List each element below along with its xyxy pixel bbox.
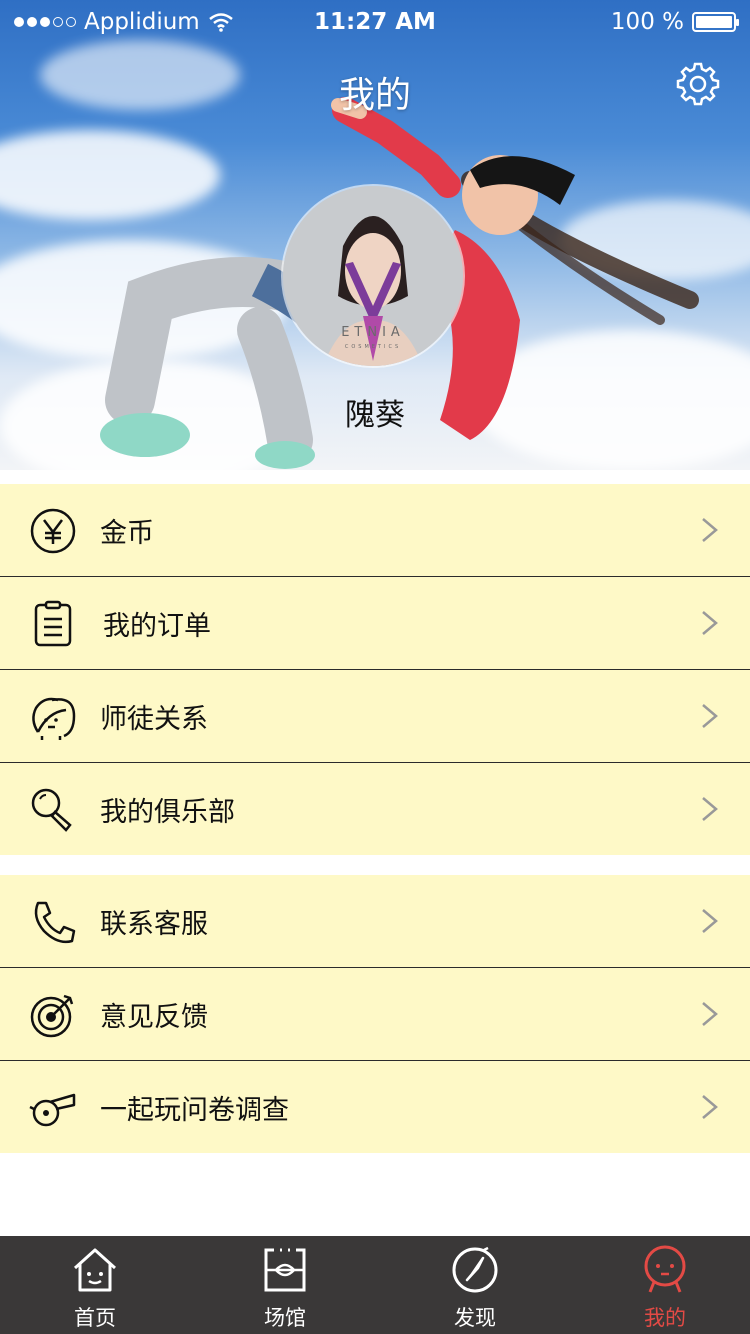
menu-item-label: 我的俱乐部 xyxy=(100,796,235,828)
magnifier-icon xyxy=(31,788,72,832)
tab-venue[interactable]: 场馆 xyxy=(190,1236,380,1334)
chevron-right-icon xyxy=(702,909,718,933)
menu-group-account: 金币 我的订单 师徒关系 我的俱乐部 xyxy=(0,484,750,855)
avatar-image: ETNIA COSMETICS xyxy=(283,186,463,366)
two-faces-icon xyxy=(32,697,76,740)
avatar-brand: ETNIA xyxy=(341,325,405,340)
tab-profile[interactable]: 我的 xyxy=(570,1236,750,1334)
battery-icon xyxy=(692,12,739,32)
tab-label: 场馆 xyxy=(264,1306,306,1330)
chevron-right-icon xyxy=(702,1002,718,1026)
menu-item-orders[interactable]: 我的订单 xyxy=(0,577,750,670)
tab-home[interactable]: 首页 xyxy=(0,1236,190,1334)
compass-icon xyxy=(452,1246,498,1293)
tab-discover[interactable]: 发现 xyxy=(380,1236,570,1334)
clipboard-icon xyxy=(34,600,72,647)
status-bar: Applidium 11:27 AM 100 % xyxy=(0,0,750,44)
chevron-right-icon xyxy=(702,518,718,542)
user-name: 隗葵 xyxy=(345,398,405,433)
home-icon xyxy=(73,1248,117,1292)
target-icon xyxy=(30,994,74,1038)
chevron-right-icon xyxy=(702,611,718,635)
phone-icon xyxy=(34,901,76,944)
menu-group-support: 联系客服 意见反馈 一起玩问卷调查 xyxy=(0,875,750,1153)
chevron-right-icon xyxy=(702,704,718,728)
menu-item-mentorship[interactable]: 师徒关系 xyxy=(0,670,750,763)
menu-item-label: 我的订单 xyxy=(103,610,211,642)
page-title: 我的 xyxy=(338,75,411,116)
menu-item-club[interactable]: 我的俱乐部 xyxy=(0,763,750,855)
gear-icon[interactable] xyxy=(674,60,722,108)
avatar-brand-sub: COSMETICS xyxy=(345,344,401,350)
menu-item-label: 意见反馈 xyxy=(100,1001,208,1033)
tab-bar: 首页 场馆 发现 我的 xyxy=(0,1236,750,1334)
profile-icon xyxy=(644,1245,686,1293)
menu-item-coins[interactable]: 金币 xyxy=(0,484,750,577)
menu-item-feedback[interactable]: 意见反馈 xyxy=(0,968,750,1061)
tab-label: 发现 xyxy=(454,1306,496,1330)
chevron-right-icon xyxy=(702,1095,718,1119)
menu-item-customer-service[interactable]: 联系客服 xyxy=(0,875,750,968)
battery-percent: 100 % xyxy=(610,9,684,35)
tab-label: 我的 xyxy=(644,1306,686,1330)
menu-item-label: 一起玩问卷调查 xyxy=(100,1094,289,1126)
menu-item-label: 金币 xyxy=(100,517,154,549)
whistle-icon xyxy=(29,1093,76,1127)
menu-item-survey[interactable]: 一起玩问卷调查 xyxy=(0,1061,750,1153)
avatar[interactable]: ETNIA COSMETICS xyxy=(283,186,463,366)
venue-icon xyxy=(264,1248,306,1292)
menu-item-label: 师徒关系 xyxy=(100,703,208,735)
profile-header: Applidium 11:27 AM 100 % 我的 ETNIA COSMET… xyxy=(0,0,750,470)
yen-coin-icon xyxy=(30,508,76,554)
chevron-right-icon xyxy=(702,797,718,821)
tab-label: 首页 xyxy=(74,1306,116,1330)
menu-item-label: 联系客服 xyxy=(100,908,208,940)
